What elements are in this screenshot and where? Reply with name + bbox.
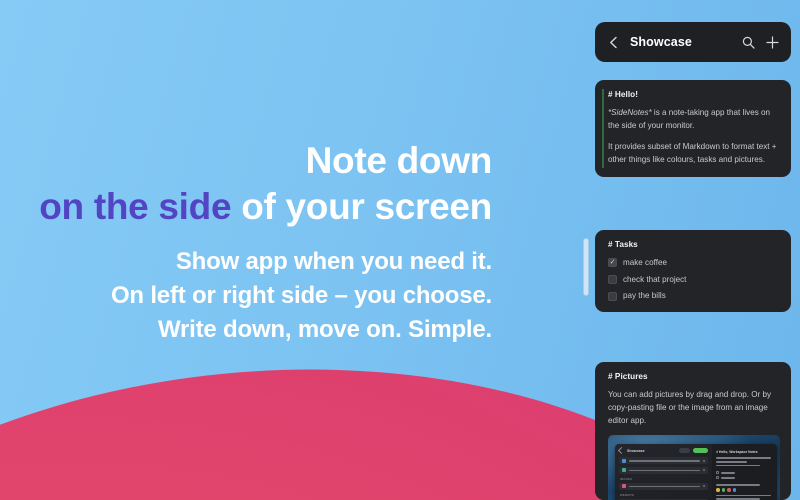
list-icon xyxy=(622,468,626,473)
swatch-blue xyxy=(732,488,737,492)
headline-line-1: Note down xyxy=(305,140,493,181)
hero-copy: Note down on the side of your screen Sho… xyxy=(0,0,510,347)
page-title: Note down on the side of your screen xyxy=(0,0,492,231)
list-label xyxy=(629,485,701,488)
list-meta xyxy=(703,469,706,472)
embedded-list-item xyxy=(619,482,709,490)
embedded-text-line xyxy=(716,464,761,467)
card-paragraph: It provides subset of Markdown to format… xyxy=(608,142,777,165)
embedded-note-title: # Hello, Workspace Notes xyxy=(716,450,758,455)
task-label xyxy=(721,477,736,479)
subtitle-line-3: Write down, move on. Simple. xyxy=(158,315,492,343)
embedded-note-pane: # Hello, Workspace Notes xyxy=(712,444,777,500)
embedded-text-line xyxy=(716,461,748,463)
panel-scrollbar[interactable] xyxy=(583,238,589,296)
subtitle-line-2: On left or right side – you choose. xyxy=(110,281,492,309)
embedded-sidebar: Showcase IMAGES WEBSITE xyxy=(615,444,712,500)
list-label xyxy=(629,469,701,472)
embedded-text-line xyxy=(716,494,771,497)
task-item[interactable]: check that project xyxy=(608,275,780,285)
headline-rest: of your screen xyxy=(231,186,492,228)
swatch-green xyxy=(721,488,726,492)
list-icon xyxy=(622,484,626,489)
note-card-tasks[interactable]: # Tasks ✓ make coffee check that project… xyxy=(595,230,791,313)
headline-line-2: on the side of your screen xyxy=(0,184,492,230)
embedded-text-line xyxy=(716,484,761,486)
card-heading: # Hello! xyxy=(608,90,638,99)
embedded-pill-button xyxy=(679,448,691,454)
embedded-color-swatches xyxy=(716,488,773,492)
card-paragraph: You can add pictures by drag and drop. O… xyxy=(608,390,772,426)
note-card-hello[interactable]: # Hello! *SideNotes* is a note-taking ap… xyxy=(595,80,791,178)
embedded-toolbar: Showcase xyxy=(617,447,709,455)
chevron-left-icon xyxy=(617,447,626,455)
embedded-screenshot[interactable]: Showcase IMAGES WEBSITE # Hello, Workspa… xyxy=(608,435,780,500)
emphasis-text: *SideNotes* xyxy=(608,108,652,117)
task-label: make coffee xyxy=(623,258,667,267)
list-label xyxy=(629,460,701,462)
swatch-red xyxy=(727,488,731,492)
swatch-yellow xyxy=(716,488,720,492)
subtitle-line-1: Show app when you need it. xyxy=(175,247,492,275)
sidenotes-panel: Showcase # Hello! *SideNotes* is a note-… xyxy=(583,0,791,500)
note-card-pictures[interactable]: # Pictures You can add pictures by drag … xyxy=(595,362,791,500)
chevron-left-icon[interactable] xyxy=(606,35,621,50)
panel-title: Showcase xyxy=(630,35,692,49)
card-accent-bar xyxy=(602,89,604,169)
task-label xyxy=(721,472,736,474)
checkbox-icon[interactable] xyxy=(608,291,617,301)
card-paragraph: *SideNotes* is a note-taking app that li… xyxy=(608,106,780,132)
checkbox-icon[interactable] xyxy=(608,275,617,285)
embedded-list-item xyxy=(619,457,709,465)
search-icon[interactable] xyxy=(741,35,756,50)
card-heading: # Tasks xyxy=(608,240,638,249)
embedded-task xyxy=(716,471,773,475)
task-item[interactable]: pay the bills xyxy=(608,291,780,301)
app-screenshot: Note down on the side of your screen Sho… xyxy=(0,0,800,500)
embedded-window-title: Showcase xyxy=(627,448,645,453)
list-meta xyxy=(703,459,706,462)
list-meta xyxy=(703,485,706,488)
embedded-primary-button xyxy=(693,448,709,454)
task-label: pay the bills xyxy=(623,291,666,301)
hero-subtitle: Show app when you need it. On left or ri… xyxy=(0,231,492,347)
embedded-text-line xyxy=(716,457,771,459)
embedded-group-label: IMAGES xyxy=(620,476,633,481)
card-heading: # Pictures xyxy=(608,372,648,381)
task-label: check that project xyxy=(623,274,687,284)
embedded-group-label: WEBSITE xyxy=(620,492,635,497)
task-item[interactable]: ✓ make coffee xyxy=(608,258,780,268)
embedded-window: Showcase IMAGES WEBSITE # Hello, Workspa… xyxy=(615,444,777,500)
plus-icon[interactable] xyxy=(765,35,780,50)
panel-header: Showcase xyxy=(595,22,791,62)
checkbox-icon xyxy=(716,476,720,480)
headline-accent: on the side xyxy=(39,186,232,228)
checkbox-checked-icon[interactable]: ✓ xyxy=(608,258,617,268)
list-icon xyxy=(622,458,626,463)
checkbox-icon xyxy=(716,471,720,475)
embedded-list-item xyxy=(619,466,709,474)
embedded-task xyxy=(716,476,773,480)
